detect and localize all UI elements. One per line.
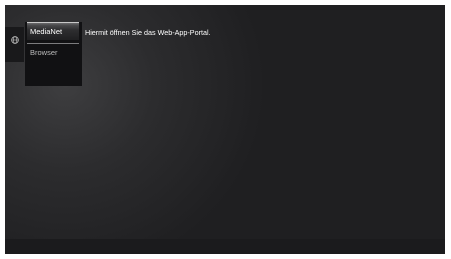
- menu-item-label: MediaNet: [30, 27, 63, 36]
- menu-item-browser[interactable]: Browser: [27, 43, 79, 61]
- bottom-band: [5, 239, 445, 254]
- app-menu: MediaNet Browser: [25, 22, 82, 86]
- tv-screen: MediaNet Browser Hiermit öffnen Sie das …: [5, 5, 445, 254]
- menu-item-label: Browser: [30, 48, 58, 57]
- item-description: Hiermit öffnen Sie das Web-App-Portal.: [85, 28, 211, 37]
- apps-side-tab[interactable]: [5, 27, 24, 62]
- globe-icon: [10, 36, 19, 44]
- menu-item-medianet[interactable]: MediaNet: [27, 22, 79, 40]
